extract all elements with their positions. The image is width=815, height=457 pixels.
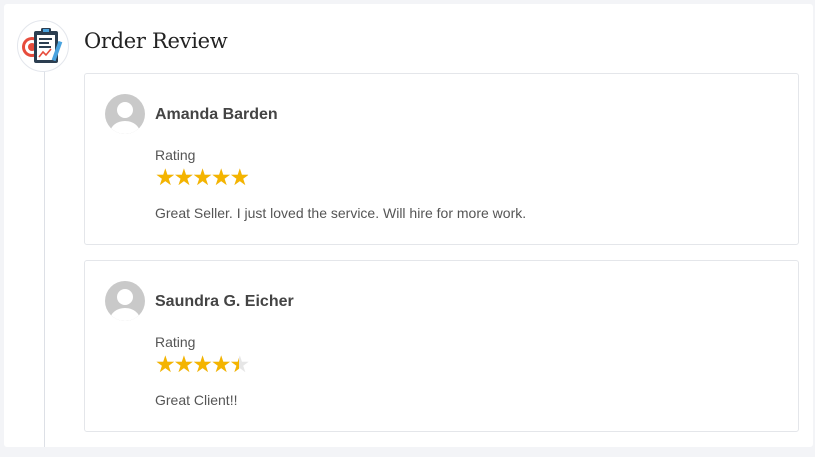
star-rating: ★★★★★ ★★★★★ xyxy=(155,351,250,377)
star-rating: ★★★★★ ★★★★★ xyxy=(155,164,250,190)
rating-label: Rating xyxy=(155,147,196,163)
review-card: Saundra G. Eicher Rating ★★★★★ ★★★★★ Gre… xyxy=(84,260,799,432)
reviewer-name: Saundra G. Eicher xyxy=(155,293,294,310)
review-comment: Great Seller. I just loved the service. … xyxy=(155,205,527,221)
avatar xyxy=(105,281,145,321)
review-comment: Great Client!! xyxy=(155,392,238,408)
reviewer-name: Amanda Barden xyxy=(155,106,278,123)
clipboard-chart-icon xyxy=(17,20,69,72)
review-card: Amanda Barden Rating ★★★★★ ★★★★★ Great S… xyxy=(84,73,799,245)
avatar xyxy=(105,94,145,134)
timeline-line xyxy=(44,62,45,447)
rating-label: Rating xyxy=(155,334,196,350)
section-title: Order Review xyxy=(84,29,228,53)
